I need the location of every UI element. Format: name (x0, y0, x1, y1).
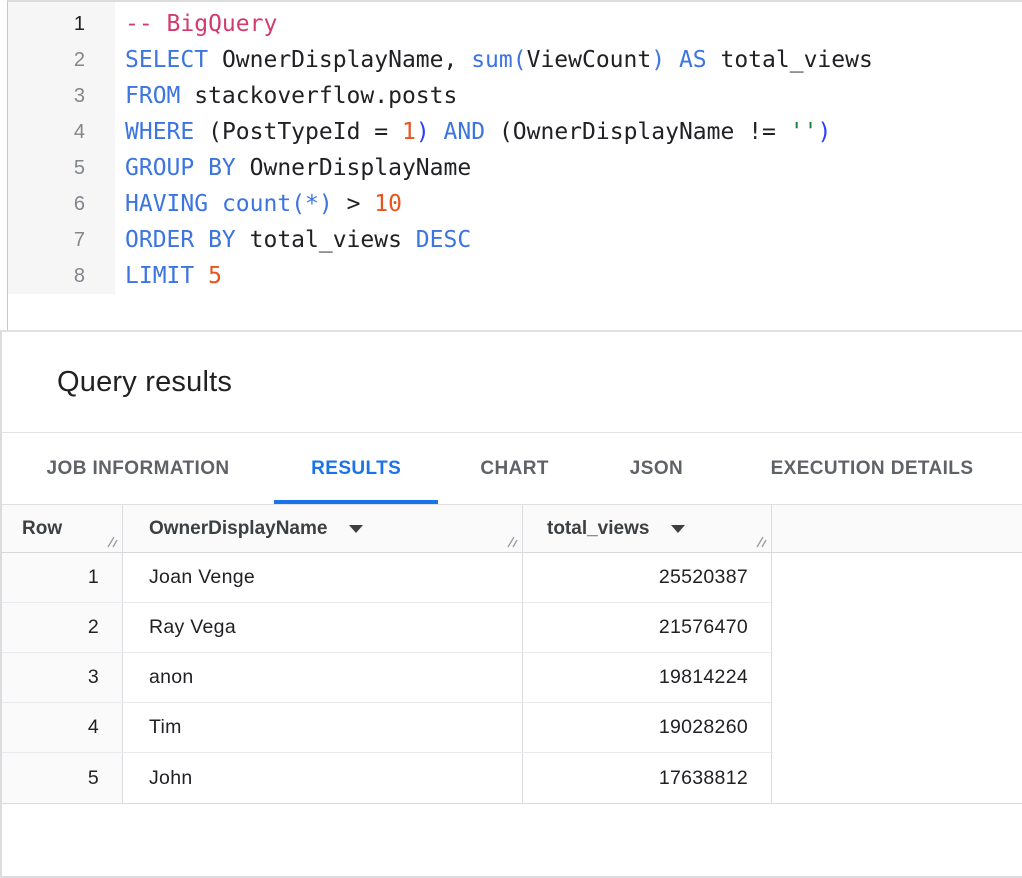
code-row[interactable]: 1-- BigQuery (8, 6, 1022, 42)
column-header-row[interactable]: Row (2, 505, 123, 552)
row-number-cell: 5 (2, 753, 123, 803)
code-line[interactable]: WHERE (PostTypeId = 1) AND (OwnerDisplay… (115, 119, 831, 145)
owner-display-name-cell: John (123, 753, 523, 803)
total-views-cell: 19028260 (523, 703, 772, 752)
code-row[interactable]: 2SELECT OwnerDisplayName, sum(ViewCount)… (8, 42, 1022, 78)
code-line[interactable]: ORDER BY total_views DESC (115, 227, 471, 253)
results-title-bar: Query results (2, 332, 1022, 433)
code-line[interactable]: -- BigQuery (115, 11, 277, 37)
bottom-whitespace (2, 804, 1022, 876)
code-line[interactable]: SELECT OwnerDisplayName, sum(ViewCount) … (115, 47, 873, 73)
line-number: 7 (8, 229, 115, 252)
table-row: 1Joan Venge25520387 (2, 553, 773, 603)
tab-json[interactable]: JSON (591, 433, 722, 504)
tab-job-information[interactable]: JOB INFORMATION (2, 433, 274, 504)
column-label: Row (22, 518, 62, 540)
code-row[interactable]: 3FROM stackoverflow.posts (8, 78, 1022, 114)
total-views-cell: 19814224 (523, 653, 772, 702)
code-line[interactable]: GROUP BY OwnerDisplayName (115, 155, 471, 181)
code-row[interactable]: 8LIMIT 5 (8, 258, 1022, 294)
line-number: 4 (8, 121, 115, 144)
line-number: 1 (8, 13, 115, 36)
code-row[interactable]: 6HAVING count(*) > 10 (8, 186, 1022, 222)
line-number: 2 (8, 49, 115, 72)
column-header-ownerdisplayname[interactable]: OwnerDisplayName (123, 505, 523, 552)
results-table-body: 1Joan Venge255203872Ray Vega215764703ano… (2, 553, 773, 803)
column-dropdown-icon[interactable] (349, 525, 363, 533)
total-views-cell: 21576470 (523, 603, 772, 652)
tab-execution-details[interactable]: EXECUTION DETAILS (722, 433, 1022, 504)
code-line[interactable]: FROM stackoverflow.posts (115, 83, 457, 109)
row-number-cell: 1 (2, 553, 123, 602)
tab-results[interactable]: RESULTS (274, 433, 438, 504)
column-resize-icon[interactable] (503, 533, 519, 549)
line-number: 5 (8, 157, 115, 180)
column-resize-icon[interactable] (103, 533, 119, 549)
table-row: 5John17638812 (2, 753, 773, 803)
column-header-spacer (772, 505, 1022, 552)
tab-chart[interactable]: CHART (438, 433, 591, 504)
row-number-cell: 3 (2, 653, 123, 702)
line-number: 8 (8, 265, 115, 288)
column-label: OwnerDisplayName (149, 518, 327, 540)
query-results-panel: Query results JOB INFORMATIONRESULTSCHAR… (0, 330, 1022, 878)
line-number: 3 (8, 85, 115, 108)
column-header-total-views[interactable]: total_views (523, 505, 772, 552)
row-number-cell: 2 (2, 603, 123, 652)
row-number-cell: 4 (2, 703, 123, 752)
column-dropdown-icon[interactable] (671, 525, 685, 533)
results-tabs: JOB INFORMATIONRESULTSCHARTJSONEXECUTION… (2, 433, 1022, 505)
table-row: 4Tim19028260 (2, 703, 773, 753)
line-number: 6 (8, 193, 115, 216)
bigquery-results-page: 1-- BigQuery2SELECT OwnerDisplayName, su… (0, 0, 1022, 878)
results-title: Query results (57, 366, 232, 399)
table-row: 3anon19814224 (2, 653, 773, 703)
owner-display-name-cell: Tim (123, 703, 523, 752)
column-resize-icon[interactable] (752, 533, 768, 549)
table-row: 2Ray Vega21576470 (2, 603, 773, 653)
code-row[interactable]: 5GROUP BY OwnerDisplayName (8, 150, 1022, 186)
owner-display-name-cell: Ray Vega (123, 603, 523, 652)
total-views-cell: 17638812 (523, 753, 772, 803)
code-line[interactable]: HAVING count(*) > 10 (115, 191, 402, 217)
results-table-header: Row OwnerDisplayName (2, 505, 1022, 553)
sql-editor[interactable]: 1-- BigQuery2SELECT OwnerDisplayName, su… (7, 0, 1022, 330)
code-row[interactable]: 7ORDER BY total_views DESC (8, 222, 1022, 258)
column-label: total_views (547, 518, 649, 540)
total-views-cell: 25520387 (523, 553, 772, 602)
code-line[interactable]: LIMIT 5 (115, 263, 222, 289)
owner-display-name-cell: anon (123, 653, 523, 702)
code-row[interactable]: 4WHERE (PostTypeId = 1) AND (OwnerDispla… (8, 114, 1022, 150)
owner-display-name-cell: Joan Venge (123, 553, 523, 602)
code-lines: 1-- BigQuery2SELECT OwnerDisplayName, su… (8, 2, 1022, 294)
